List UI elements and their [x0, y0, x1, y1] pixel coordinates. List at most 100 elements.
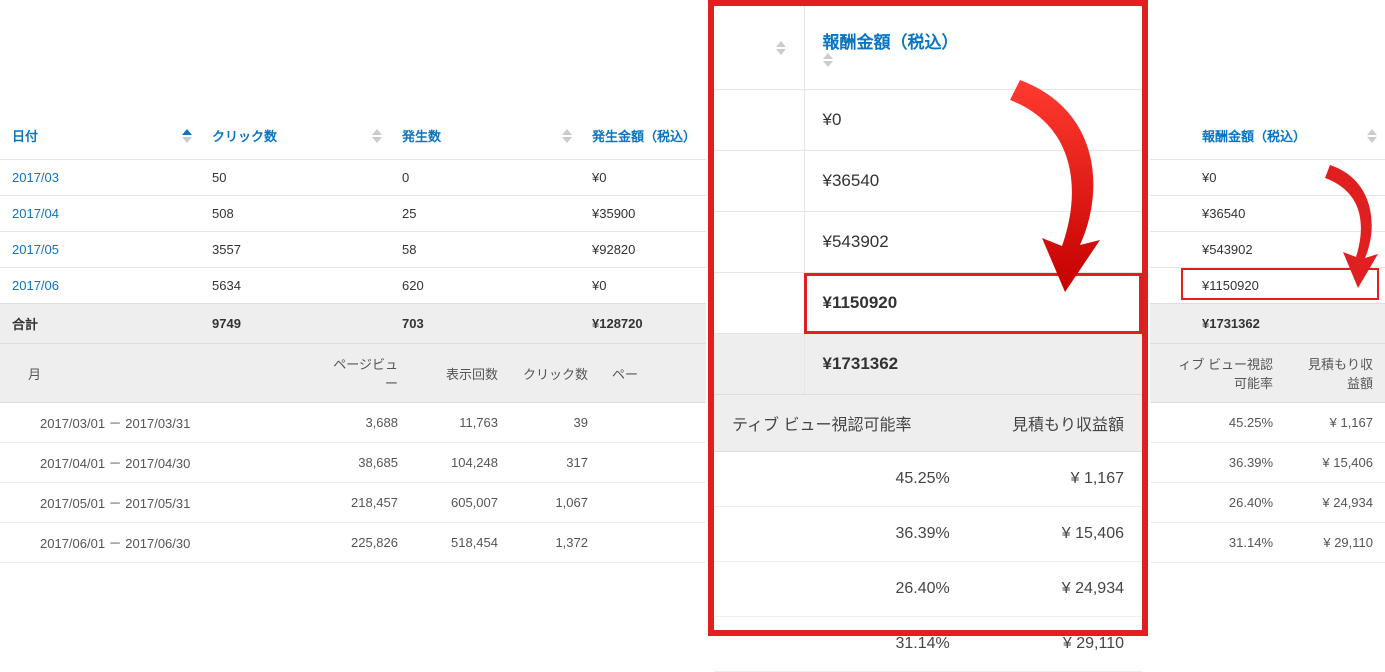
cell: 2017/05/01 － 2017/05/31 [0, 483, 320, 523]
cell: 0 [390, 160, 580, 196]
inset-reward-table: 報酬金額（税込） ¥0 ¥36540 ¥543902 ¥1150920 ¥173… [714, 6, 1142, 394]
cell: ¥ 1,167 [968, 452, 1142, 507]
table-row: 2017/04/01 － 2017/04/30 38,685 104,248 3… [0, 443, 1385, 483]
cell: 9749 [200, 304, 390, 344]
cell: 25 [390, 196, 580, 232]
table-row: 2017/03/01 － 2017/03/31 3,688 11,763 39 … [0, 403, 1385, 443]
totals-row: 合計 9749 703 ¥128720 ¥1731362 [0, 304, 1385, 344]
cell: ¥0 [804, 90, 1142, 151]
cell: ¥ 24,934 [1285, 483, 1385, 523]
highlight-box-right [1181, 268, 1379, 300]
col-clicks[interactable]: クリック数 [200, 112, 390, 160]
cell: 31.14% [714, 617, 968, 672]
cell: 36.39% [714, 507, 968, 562]
highlighted-row: ¥1150920 [714, 273, 1142, 334]
cell: ¥ 1,167 [1285, 403, 1385, 443]
col-revenue[interactable]: 見積もり収益額 [1285, 344, 1385, 403]
col-date[interactable]: 日付 [0, 112, 200, 160]
detail-table: 月 ページビュー 表示回数 クリック数 ペー ィブ ビュー視認可能率 見積もり収… [0, 343, 1385, 563]
cell: ¥36540 [804, 151, 1142, 212]
cell: 620 [390, 268, 580, 304]
table-row: 2017/03 50 0 ¥0 ¥0 [0, 160, 1385, 196]
table-row: ¥543902 [714, 212, 1142, 273]
cell: 26.40% [1160, 483, 1285, 523]
sort-icon[interactable] [562, 129, 572, 143]
col-viewability: ティブ ビュー視認可能率 [714, 395, 968, 452]
sort-icon[interactable] [1367, 129, 1377, 143]
table-row: 2017/05 3557 58 ¥92820 ¥543902 [0, 232, 1385, 268]
col-clicks[interactable]: クリック数 [510, 344, 600, 403]
date-link[interactable]: 2017/03 [0, 160, 200, 196]
cell: ¥ 24,934 [968, 562, 1142, 617]
table-row: 36.39%¥ 15,406 [714, 507, 1142, 562]
cell: ¥36540 [1190, 196, 1385, 232]
cell: 225,826 [320, 523, 410, 563]
sort-icon [776, 41, 786, 55]
cell: ¥ 15,406 [968, 507, 1142, 562]
date-link[interactable]: 2017/05 [0, 232, 200, 268]
col-impressions[interactable]: 表示回数 [410, 344, 510, 403]
table-row: 2017/06 5634 620 ¥0 ¥1150920 [0, 268, 1385, 304]
cell: ¥543902 [804, 212, 1142, 273]
table-row: ¥36540 [714, 151, 1142, 212]
col-revenue: 見積もり収益額 [968, 395, 1142, 452]
cell: 3557 [200, 232, 390, 268]
cell: 58 [390, 232, 580, 268]
cell: 703 [390, 304, 580, 344]
inset-col-blank [714, 6, 804, 90]
table-row: 2017/06/01 － 2017/06/30 225,826 518,454 … [0, 523, 1385, 563]
cell: 2017/03/01 － 2017/03/31 [0, 403, 320, 443]
cell: 5634 [200, 268, 390, 304]
cell: 45.25% [714, 452, 968, 507]
cell: 508 [200, 196, 390, 232]
cell: 605,007 [410, 483, 510, 523]
cell: 39 [510, 403, 600, 443]
cell: 2017/06/01 － 2017/06/30 [0, 523, 320, 563]
cell: ¥1731362 [804, 334, 1142, 395]
cell: 1,372 [510, 523, 600, 563]
col-pageviews[interactable]: ページビュー [320, 344, 410, 403]
inset-col-reward: 報酬金額（税込） [804, 6, 1142, 90]
cell: 45.25% [1160, 403, 1285, 443]
cell: ¥0 [1190, 160, 1385, 196]
cell: 1,067 [510, 483, 600, 523]
col-month[interactable]: 月 [0, 344, 320, 403]
cell: 317 [510, 443, 600, 483]
cell: 50 [200, 160, 390, 196]
totals-row: ¥1731362 [714, 334, 1142, 395]
col-viewability[interactable]: ィブ ビュー視認可能率 [1160, 344, 1285, 403]
table-row: ¥0 [714, 90, 1142, 151]
col-occurrences[interactable]: 発生数 [390, 112, 580, 160]
cell: ¥ 29,110 [1285, 523, 1385, 563]
date-link[interactable]: 2017/06 [0, 268, 200, 304]
cell: 36.39% [1160, 443, 1285, 483]
cell: ¥1150920 [804, 273, 1142, 334]
cell: ¥ 15,406 [1285, 443, 1385, 483]
cell: 26.40% [714, 562, 968, 617]
summary-table: 日付 クリック数 発生数 [0, 112, 1385, 343]
sort-icon[interactable] [372, 129, 382, 143]
date-link[interactable]: 2017/04 [0, 196, 200, 232]
table-row: 2017/05/01 － 2017/05/31 218,457 605,007 … [0, 483, 1385, 523]
sort-icon [823, 53, 1125, 67]
table-row: 2017/04 508 25 ¥35900 ¥36540 [0, 196, 1385, 232]
table-row: 26.40%¥ 24,934 [714, 562, 1142, 617]
sort-asc-icon[interactable] [182, 129, 192, 143]
zoom-inset: 報酬金額（税込） ¥0 ¥36540 ¥543902 ¥1150920 ¥173… [708, 0, 1148, 636]
cell: ¥543902 [1190, 232, 1385, 268]
cell: 31.14% [1160, 523, 1285, 563]
cell: 218,457 [320, 483, 410, 523]
cell: 2017/04/01 － 2017/04/30 [0, 443, 320, 483]
cell: 3,688 [320, 403, 410, 443]
cell: 38,685 [320, 443, 410, 483]
cell: ¥ 29,110 [968, 617, 1142, 672]
cell: 518,454 [410, 523, 510, 563]
inset-viewability-table: ティブ ビュー視認可能率 見積もり収益額 45.25%¥ 1,167 36.39… [714, 394, 1142, 672]
cell: 11,763 [410, 403, 510, 443]
cell: ¥1731362 [1190, 304, 1385, 344]
col-reward[interactable]: 報酬金額（税込） [1190, 112, 1385, 160]
totals-label: 合計 [0, 304, 200, 344]
table-row: 31.14%¥ 29,110 [714, 617, 1142, 672]
table-row: 45.25%¥ 1,167 [714, 452, 1142, 507]
cell: 104,248 [410, 443, 510, 483]
